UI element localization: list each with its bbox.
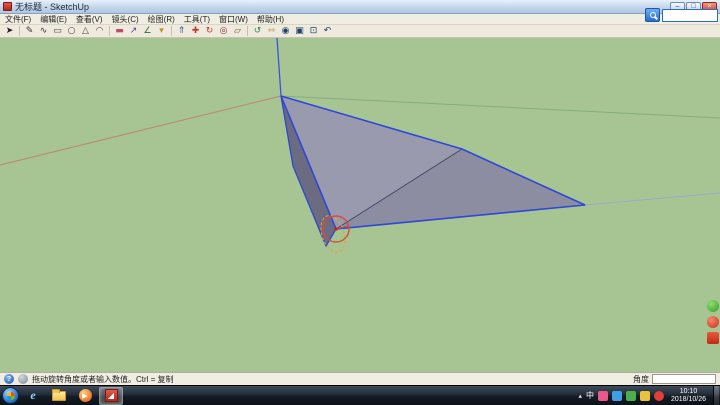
menu-bar: 文件(F) 编辑(E) 查看(V) 镜头(C) 绘图(R) 工具(T) 窗口(W… <box>0 14 720 25</box>
model-viewport[interactable] <box>0 38 720 372</box>
menu-view[interactable]: 查看(V) <box>76 14 103 25</box>
magnifier-icon <box>650 12 656 18</box>
zoom-extents-tool[interactable]: ⊡ <box>307 25 320 37</box>
status-bar: ? 拖动旋转角度或者输入数值。Ctrl = 复制 角度 <box>0 372 720 385</box>
tool-bar: ➤ ✎ ∿ ▭ ○ △ ◠ ▬ ↗ ∠ ▾ ⇑ ✚ ↻ ◎ ▱ ↺ ⇔ ◉ ▣ … <box>0 25 720 38</box>
menu-help[interactable]: 帮助(H) <box>257 14 284 25</box>
push-pull-tool[interactable]: ⇑ <box>175 25 188 37</box>
sketchup-app-icon <box>3 2 12 11</box>
taskbar-sketchup-active[interactable]: ◢ <box>99 387 123 405</box>
clock-date: 2018/10/26 <box>671 396 706 404</box>
pan-tool[interactable]: ⇔ <box>265 25 278 37</box>
tray-antivirus-icon[interactable] <box>626 391 636 401</box>
window-title: 无标题 - SketchUp <box>15 0 89 13</box>
clock-time: 10:10 <box>671 388 706 396</box>
menu-file[interactable]: 文件(F) <box>5 14 31 25</box>
promo-red-circle-icon[interactable] <box>707 316 719 328</box>
protractor-center-mark <box>335 228 338 231</box>
show-desktop-button[interactable] <box>713 386 719 405</box>
search-input[interactable] <box>662 9 718 22</box>
menu-camera[interactable]: 镜头(C) <box>112 14 139 25</box>
tray-update-icon[interactable] <box>640 391 650 401</box>
taskbar-file-explorer[interactable] <box>47 387 71 405</box>
menu-draw[interactable]: 绘图(R) <box>148 14 175 25</box>
sketchup-window: 无标题 - SketchUp – □ × 文件(F) 编辑(E) 查看(V) 镜… <box>0 0 720 405</box>
eraser-tool[interactable]: ▬ <box>113 25 126 37</box>
orbit-tool[interactable]: ↺ <box>251 25 264 37</box>
taskbar-clock[interactable]: 10:10 2018/10/26 <box>668 388 709 404</box>
measurement-box: 角度 <box>633 374 716 385</box>
start-button[interactable] <box>2 387 19 404</box>
taskbar-internet-explorer[interactable]: e <box>21 387 45 405</box>
previous-view-tool[interactable]: ↶ <box>321 25 334 37</box>
toolbar-separator <box>247 26 248 36</box>
tray-security-icon[interactable] <box>654 391 664 401</box>
tray-cloud-icon[interactable] <box>612 391 622 401</box>
circle-tool[interactable]: ○ <box>65 25 78 37</box>
promo-green-icon[interactable] <box>707 300 719 312</box>
menu-edit[interactable]: 编辑(E) <box>40 14 67 25</box>
polygon-tool[interactable]: △ <box>79 25 92 37</box>
taskbar-media-player[interactable]: ▶ <box>73 387 97 405</box>
context-help-icon[interactable]: ? <box>4 374 14 384</box>
menu-window[interactable]: 窗口(W) <box>219 14 248 25</box>
taskbar: e ▶ ◢ ▴ 中 10:10 2018/10/26 <box>0 385 720 405</box>
title-bar: 无标题 - SketchUp – □ × <box>0 0 720 14</box>
move-tool[interactable]: ✚ <box>189 25 202 37</box>
arc-tool[interactable]: ◠ <box>93 25 106 37</box>
tray-chat-icon[interactable] <box>598 391 608 401</box>
search-icon[interactable] <box>645 8 660 22</box>
system-tray: ▴ 中 10:10 2018/10/26 <box>578 386 720 405</box>
toolbar-separator <box>19 26 20 36</box>
folder-icon <box>52 391 66 401</box>
tape-measure-tool[interactable]: ↗ <box>127 25 140 37</box>
drawing-canvas[interactable] <box>0 38 720 372</box>
measurement-input[interactable] <box>652 374 716 384</box>
windows-logo-icon <box>7 392 15 400</box>
internet-explorer-icon: e <box>30 388 35 403</box>
rotate-tool[interactable]: ↻ <box>203 25 216 37</box>
status-hint: 拖动旋转角度或者输入数值。Ctrl = 复制 <box>32 374 174 385</box>
offset-tool[interactable]: ◎ <box>217 25 230 37</box>
ime-indicator[interactable]: 中 <box>586 390 594 401</box>
scale-tool[interactable]: ▱ <box>231 25 244 37</box>
zoom-window-tool[interactable]: ▣ <box>293 25 306 37</box>
floating-shortcuts <box>707 300 719 344</box>
paint-bucket-tool[interactable]: ▾ <box>155 25 168 37</box>
toolbar-separator <box>171 26 172 36</box>
line-tool[interactable]: ✎ <box>23 25 36 37</box>
zoom-tool[interactable]: ◉ <box>279 25 292 37</box>
menu-tools[interactable]: 工具(T) <box>184 14 210 25</box>
protractor-tool[interactable]: ∠ <box>141 25 154 37</box>
geolocation-icon[interactable] <box>18 374 28 384</box>
hidden-icons-button[interactable]: ▴ <box>578 392 582 400</box>
measurement-label: 角度 <box>633 374 649 385</box>
toolbar-separator <box>109 26 110 36</box>
floating-search-widget <box>645 8 718 22</box>
promo-red-badge-icon[interactable] <box>707 332 719 344</box>
rectangle-tool[interactable]: ▭ <box>51 25 64 37</box>
select-tool[interactable]: ➤ <box>3 25 16 37</box>
freehand-tool[interactable]: ∿ <box>37 25 50 37</box>
media-player-icon: ▶ <box>79 389 92 402</box>
sketchup-taskbar-icon: ◢ <box>105 389 118 402</box>
